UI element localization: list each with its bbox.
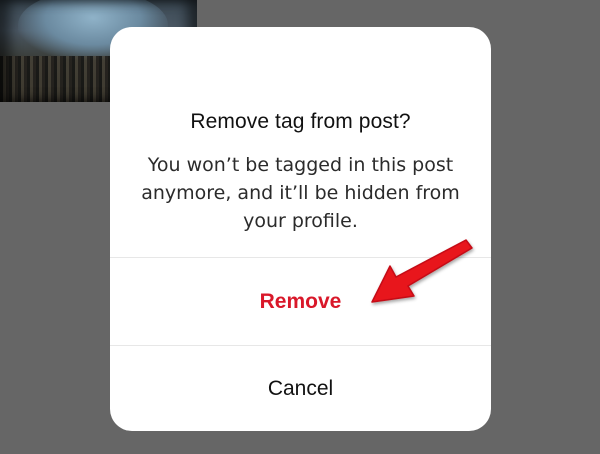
remove-button[interactable]: Remove xyxy=(110,258,491,345)
dialog-message: You won’t be tagged in this post anymore… xyxy=(141,154,460,232)
dialog-title: Remove tag from post? xyxy=(190,110,411,133)
cancel-button[interactable]: Cancel xyxy=(110,346,491,431)
remove-tag-dialog: Remove tag from post? You won’t be tagge… xyxy=(110,27,491,431)
